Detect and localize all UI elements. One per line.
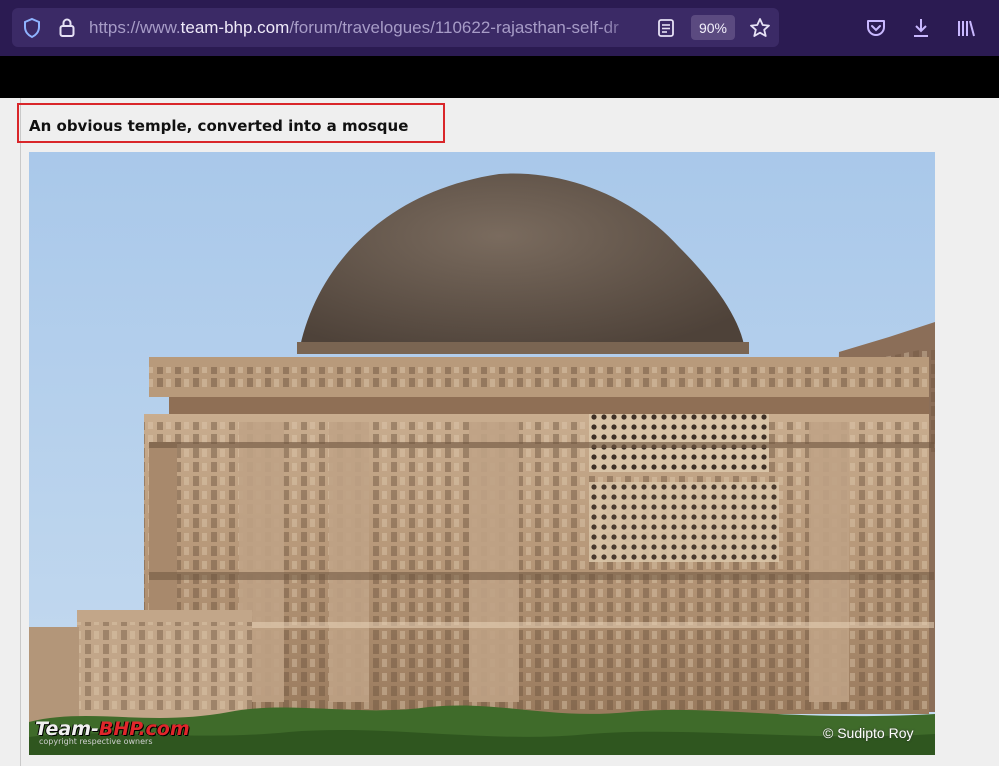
post-left-border: [20, 98, 21, 766]
site-header-band: [0, 56, 999, 98]
url-host: team-bhp.com: [180, 18, 290, 37]
lock-icon[interactable]: [56, 16, 78, 40]
reader-view-icon[interactable]: [655, 17, 677, 39]
browser-toolbar: https://www.team-bhp.com/forum/travelogu…: [0, 0, 999, 56]
url-fade: [600, 14, 644, 42]
zoom-level-button[interactable]: 90%: [691, 15, 735, 40]
photo-credit: © Sudipto Roy: [823, 725, 914, 741]
url-path: /forum/travelogues/110622-rajasthan-self…: [289, 18, 619, 37]
url-text[interactable]: https://www.team-bhp.com/forum/travelogu…: [89, 17, 641, 39]
url-prefix: https://www.: [89, 18, 181, 37]
post-caption: An obvious temple, converted into a mosq…: [29, 117, 409, 135]
download-icon[interactable]: [909, 16, 933, 40]
temple-photo-illustration: [29, 152, 935, 755]
bookmark-star-icon[interactable]: [748, 16, 772, 40]
post-photo[interactable]: Team-BHP.com copyright respective owners…: [29, 152, 935, 755]
library-icon[interactable]: [954, 16, 978, 40]
shield-icon[interactable]: [21, 17, 43, 39]
watermark-subtext: copyright respective owners: [39, 737, 153, 746]
pocket-icon[interactable]: [864, 16, 888, 40]
